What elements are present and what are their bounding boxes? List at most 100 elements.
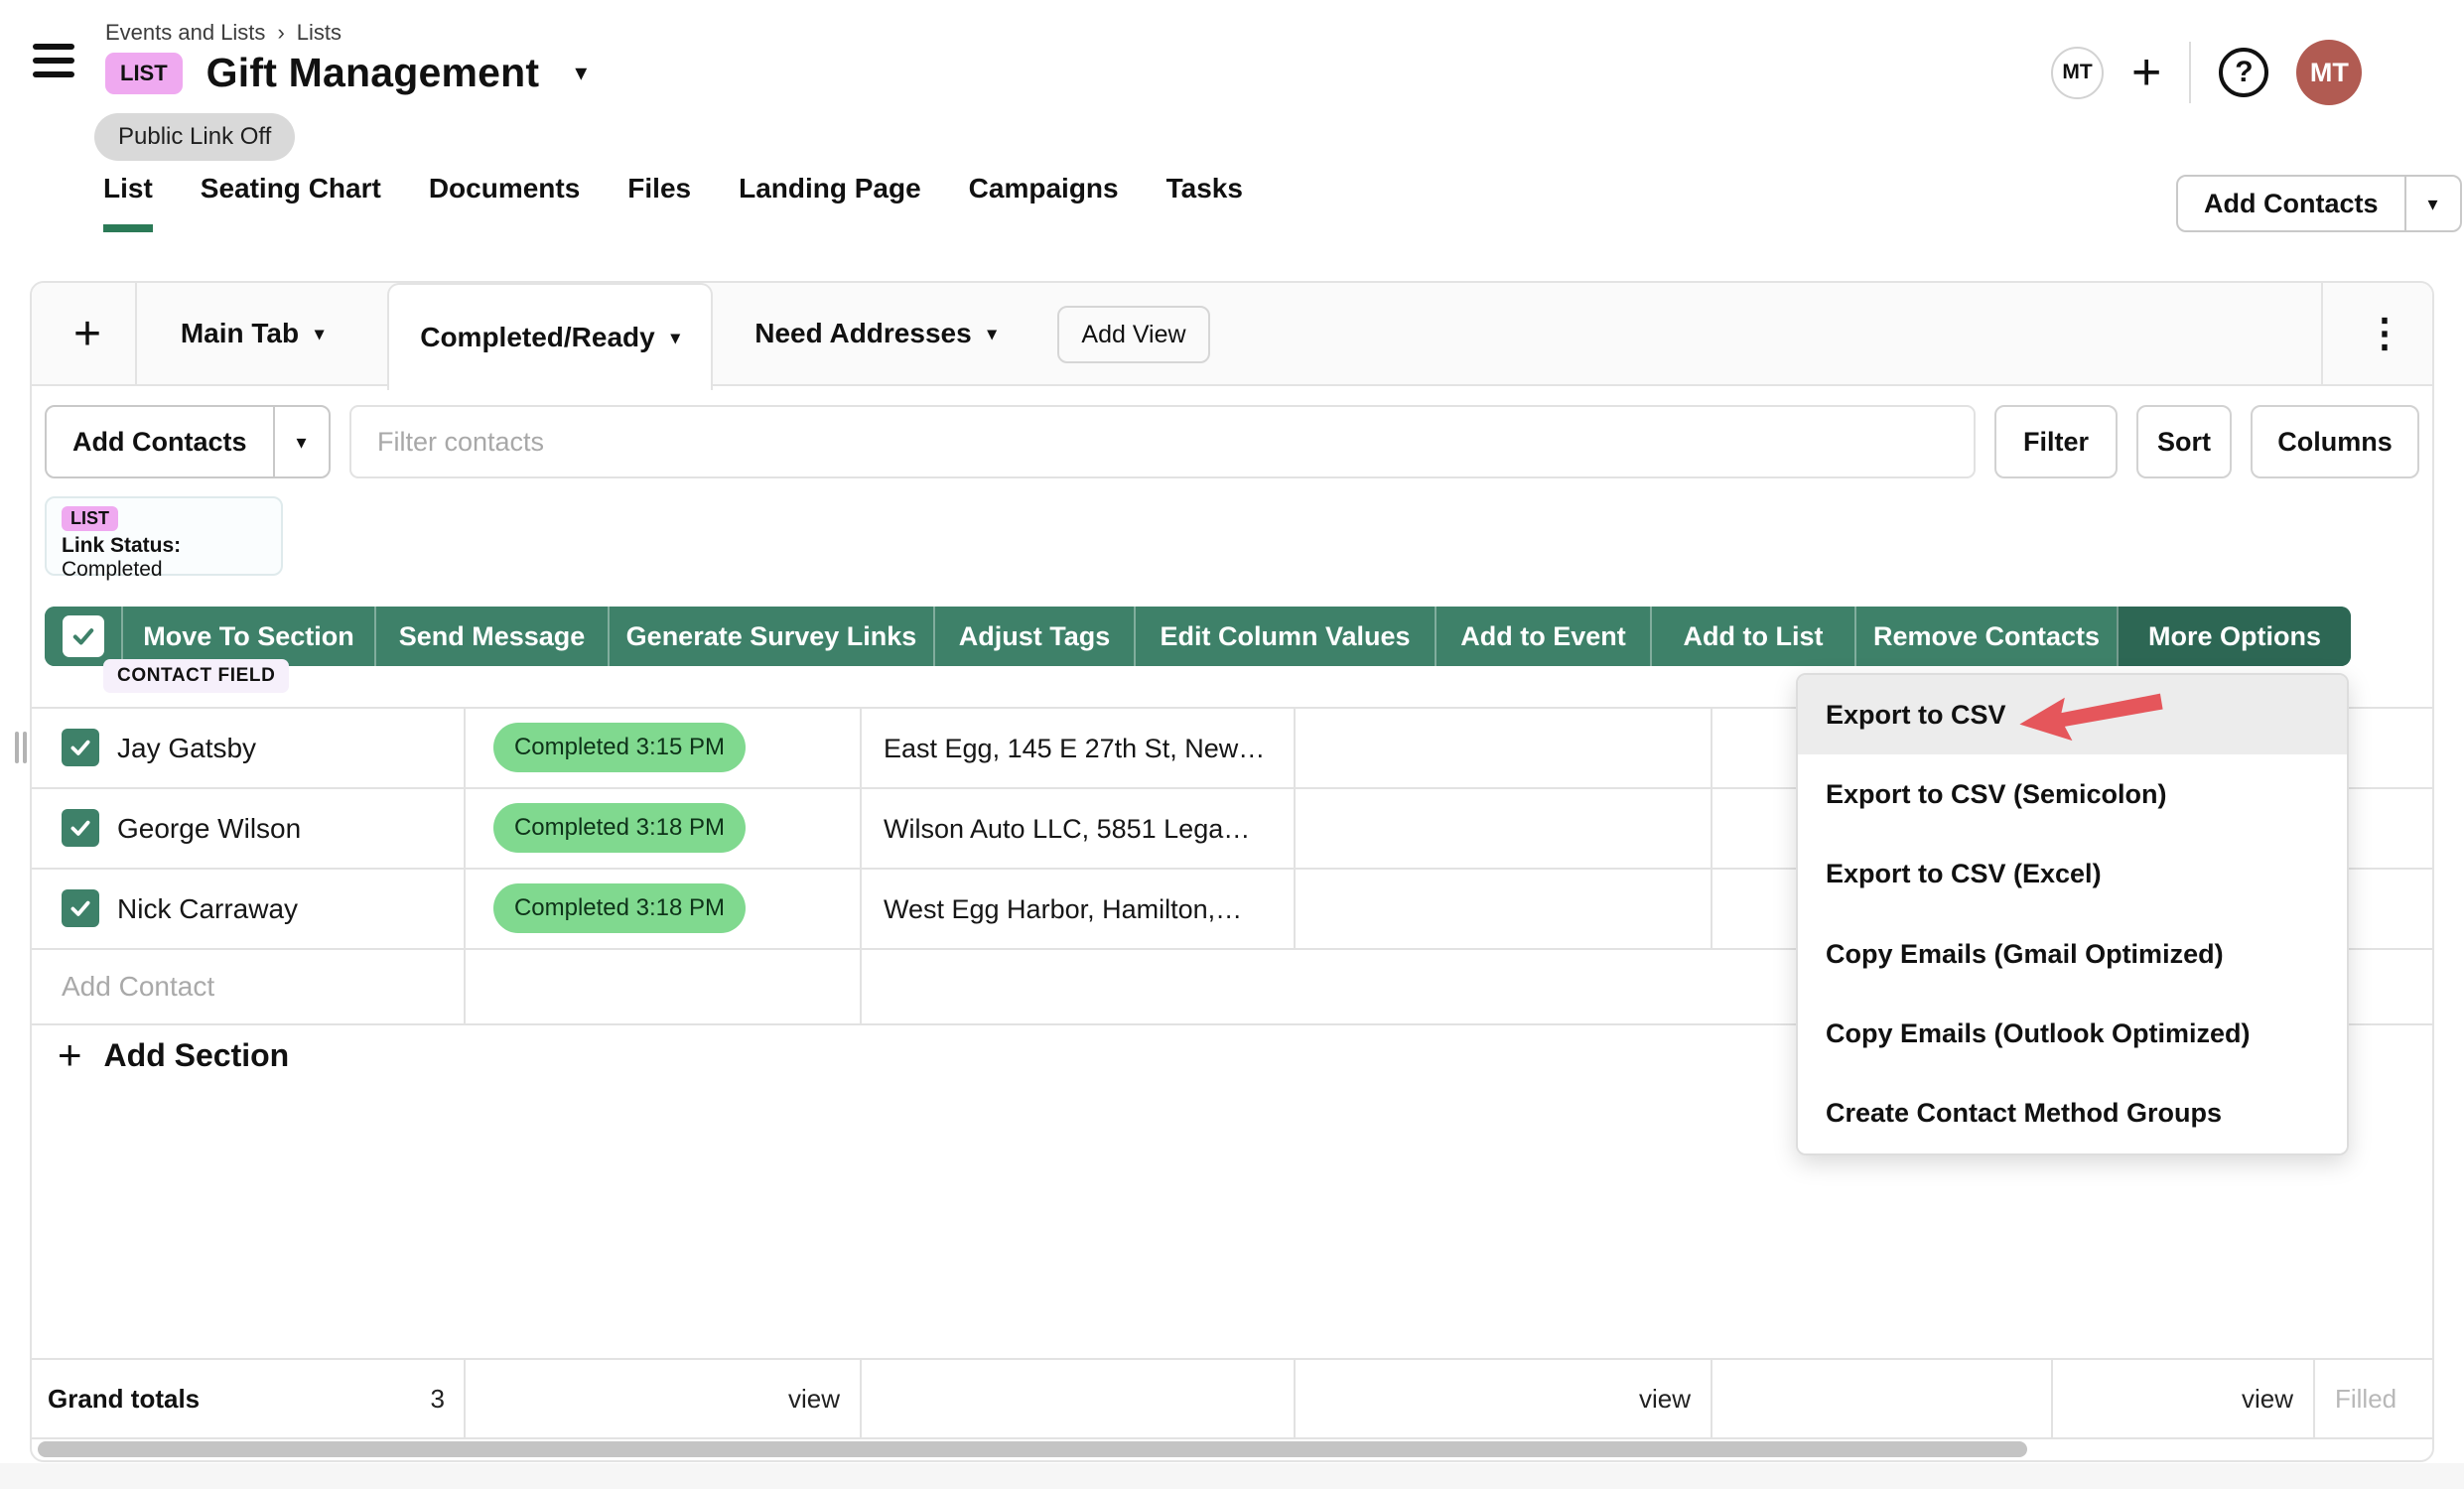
add-new-icon[interactable]: + [2131,47,2161,98]
row-border [32,1437,2432,1439]
add-contacts-caret-down-icon[interactable]: ▾ [2404,177,2460,230]
menu-item-copy-emails-gmail[interactable]: Copy Emails (Gmail Optimized) [1798,914,2347,994]
move-to-section-button[interactable]: Move To Section [121,607,374,666]
add-contacts-label[interactable]: Add Contacts [2178,177,2404,230]
column-divider [860,707,862,1023]
nav-tab-documents[interactable]: Documents [429,169,580,232]
remove-contacts-button[interactable]: Remove Contacts [1854,607,2117,666]
link-status-chip[interactable]: LIST Link Status: Completed [45,496,283,576]
view-link[interactable]: view [691,1384,840,1415]
row-checkbox[interactable] [62,889,99,927]
check-icon [69,622,97,650]
nav-tab-seating-chart[interactable]: Seating Chart [201,169,381,232]
adjust-tags-button[interactable]: Adjust Tags [933,607,1134,666]
nav-tab-list[interactable]: List [103,169,153,232]
hamburger-menu-icon[interactable] [33,44,74,79]
check-icon [68,735,93,760]
view-tab-need-addresses[interactable]: Need Addresses ▾ [743,283,1009,384]
list-badge: LIST [62,506,118,531]
add-view-button[interactable]: Add View [1057,306,1210,363]
view-link[interactable]: view [2144,1384,2293,1415]
header-divider [2189,42,2191,103]
caret-down-icon[interactable]: ▾ [671,328,680,348]
chevron-right-icon: › [277,20,284,46]
column-header-contact-field[interactable]: CONTACT FIELD [103,659,289,693]
check-icon [68,815,93,841]
menu-item-export-to-csv-semicolon[interactable]: Export to CSV (Semicolon) [1798,754,2347,834]
gift-management-page: Events and Lists › Lists LIST Gift Manag… [0,0,2464,1489]
horizontal-scrollbar-thumb[interactable] [38,1441,2027,1457]
contact-name[interactable]: Nick Carraway [117,893,298,925]
column-divider [1294,707,1296,948]
select-all-cell [45,607,121,666]
select-all-checkbox[interactable] [63,615,104,657]
workspace-avatar[interactable]: MT [2051,47,2104,99]
status-badge[interactable]: Completed 3:18 PM [493,883,746,933]
add-section-label: Add Section [104,1037,290,1074]
send-message-button[interactable]: Send Message [374,607,608,666]
contact-name[interactable]: George Wilson [117,813,301,845]
module-nav-tabs: List Seating Chart Documents Files Landi… [103,169,1243,232]
plus-icon: + [58,1034,82,1076]
breadcrumb-link-events-and-lists[interactable]: Events and Lists [105,20,265,46]
caret-down-icon[interactable]: ▾ [988,324,997,344]
grand-totals-label: Grand totals [48,1384,200,1415]
add-to-event-button[interactable]: Add to Event [1435,607,1650,666]
bulk-action-toolbar: Move To Section Send Message Generate Su… [45,607,2351,666]
column-divider [860,1358,862,1437]
title-row: LIST Gift Management ▾ [105,50,587,96]
filter-button[interactable]: Filter [1994,405,2118,478]
tab-strip-divider-right [2321,283,2323,384]
row-checkbox[interactable] [62,729,99,766]
nav-tab-landing-page[interactable]: Landing Page [739,169,921,232]
column-divider [1711,707,1712,948]
menu-item-export-to-csv-excel[interactable]: Export to CSV (Excel) [1798,835,2347,914]
add-contacts-caret-down-icon[interactable]: ▾ [273,407,329,476]
contact-address[interactable]: East Egg, 145 E 27th St, New… [884,734,1265,764]
contact-address[interactable]: West Egg Harbor, Hamilton,… [884,894,1242,925]
contact-address[interactable]: Wilson Auto LLC, 5851 Lega… [884,814,1250,845]
generate-survey-links-button[interactable]: Generate Survey Links [608,607,933,666]
link-status-label: Link Status: [62,534,181,557]
columns-button[interactable]: Columns [2251,405,2419,478]
public-link-toggle-pill[interactable]: Public Link Off [94,113,295,161]
breadcrumb-link-lists[interactable]: Lists [297,20,342,46]
filter-contacts-input[interactable] [349,405,1976,478]
nav-tab-campaigns[interactable]: Campaigns [969,169,1119,232]
view-link[interactable]: view [1542,1384,1691,1415]
view-tab-label: Need Addresses [754,318,971,349]
column-divider [464,707,466,1023]
add-contacts-button-main[interactable]: Add Contacts ▾ [45,405,331,478]
caret-down-icon[interactable]: ▾ [315,324,324,344]
filled-label: Filled [2335,1384,2396,1415]
edit-column-values-button[interactable]: Edit Column Values [1134,607,1435,666]
row-checkbox[interactable] [62,809,99,847]
status-badge[interactable]: Completed 3:15 PM [493,723,746,772]
menu-item-copy-emails-outlook[interactable]: Copy Emails (Outlook Optimized) [1798,994,2347,1073]
title-caret-down-icon[interactable]: ▾ [575,59,587,87]
menu-item-create-contact-method-groups[interactable]: Create Contact Method Groups [1798,1074,2347,1153]
nav-tab-tasks[interactable]: Tasks [1166,169,1243,232]
add-tab-plus-icon[interactable]: + [58,283,117,384]
add-contacts-label[interactable]: Add Contacts [47,407,273,476]
more-options-button[interactable]: More Options [2117,607,2351,666]
column-divider [1711,1358,1712,1437]
add-section-button[interactable]: + Add Section [58,1034,289,1076]
grand-totals-count: 3 [298,1384,445,1415]
status-badge[interactable]: Completed 3:18 PM [493,803,746,853]
view-tab-completed-ready[interactable]: Completed/Ready ▾ [387,283,713,390]
add-contacts-button-top[interactable]: Add Contacts ▾ [2176,175,2462,232]
add-to-list-button[interactable]: Add to List [1650,607,1854,666]
contact-name[interactable]: Jay Gatsby [117,733,256,764]
nav-tab-files[interactable]: Files [627,169,691,232]
link-status-text: Link Status: Completed [62,534,266,582]
view-tab-main-tab[interactable]: Main Tab ▾ [157,283,347,384]
sort-button[interactable]: Sort [2136,405,2232,478]
link-status-value: Completed [62,558,163,581]
help-icon[interactable]: ? [2219,48,2268,97]
row-drag-handle[interactable] [15,732,27,763]
add-contact-placeholder[interactable]: Add Contact [62,971,214,1003]
kebab-menu-icon[interactable]: ⋮ [2355,294,2414,373]
column-divider [2313,1358,2315,1437]
user-avatar[interactable]: MT [2296,40,2362,105]
